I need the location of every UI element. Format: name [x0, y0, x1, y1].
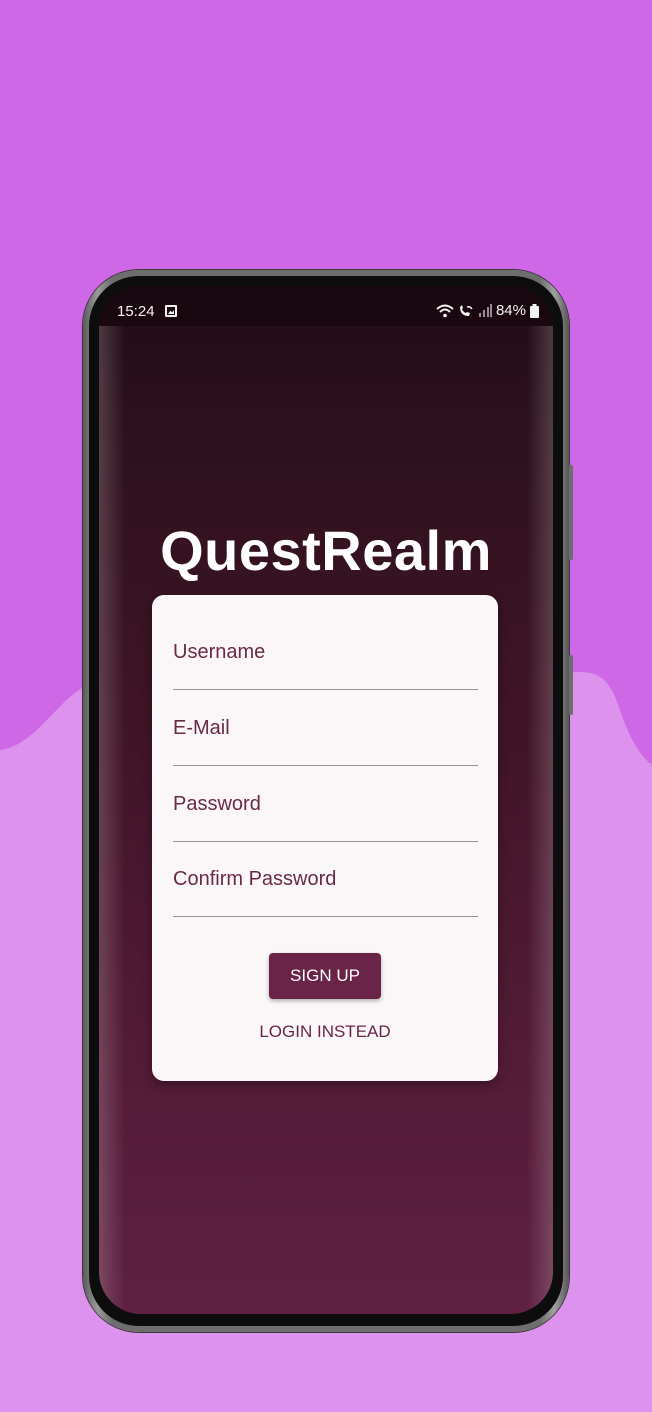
confirm-password-field[interactable] — [173, 841, 478, 917]
confirm-password-input[interactable] — [173, 841, 478, 916]
signup-button[interactable]: SIGN UP — [269, 953, 381, 999]
app-title: QuestRealm — [160, 519, 492, 582]
status-indicators: 84% — [436, 302, 539, 319]
password-field[interactable] — [173, 766, 478, 842]
image-icon — [165, 305, 177, 317]
screen-edge-left — [99, 286, 125, 1314]
username-field[interactable] — [173, 614, 478, 690]
screen-edge-right — [527, 286, 553, 1314]
username-input[interactable] — [173, 614, 478, 689]
email-input[interactable] — [173, 690, 478, 765]
volume-button — [569, 465, 573, 560]
phone-frame: 15:24 84% QuestRealm Username E-Mail SIG… — [83, 270, 573, 1332]
password-input[interactable] — [173, 766, 478, 841]
status-bar: 15:24 84% — [99, 286, 553, 326]
power-button — [569, 655, 573, 715]
login-instead-button[interactable]: LOGIN INSTEAD — [152, 1022, 498, 1042]
status-time: 15:24 — [117, 303, 155, 320]
signup-card: SIGN UP LOGIN INSTEAD — [152, 595, 498, 1081]
email-field[interactable] — [173, 690, 478, 766]
phone-bezel: 15:24 84% QuestRealm Username E-Mail SIG… — [89, 276, 563, 1326]
signal-icon — [478, 304, 492, 317]
battery-percentage: 84% — [495, 302, 526, 319]
wifi-icon — [436, 304, 454, 317]
app-screen: 15:24 84% QuestRealm Username E-Mail SIG… — [99, 286, 553, 1314]
wifi-call-icon — [459, 304, 473, 316]
battery-icon — [530, 303, 539, 318]
